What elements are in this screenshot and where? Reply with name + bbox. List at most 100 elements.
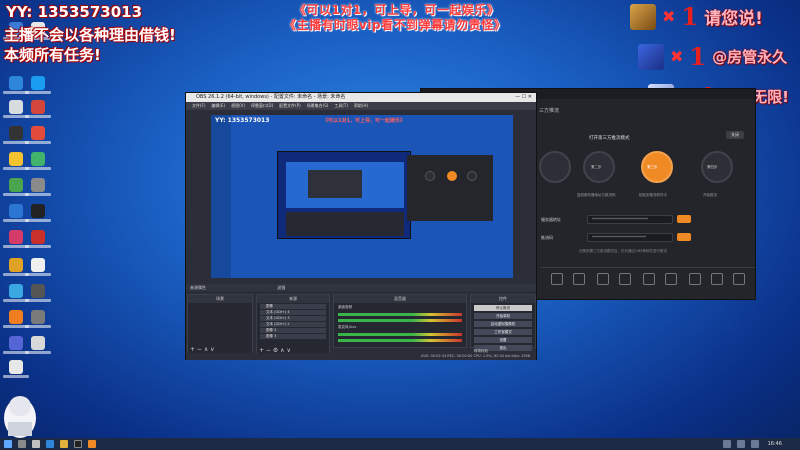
step-sub: 复制服务器地址与推流码 xyxy=(577,193,616,197)
sources-panel: 来源 图像 文本 (GDI+) 4 文本 (GDI+) 3 文本 (GDI+) … xyxy=(256,294,330,356)
nested-window xyxy=(308,170,362,198)
obs-window[interactable]: OBS 26.1.2 (64-bit, windows) - 配置文件: 未命名… xyxy=(185,92,537,360)
desktop-icon[interactable] xyxy=(25,126,51,144)
menu-profile[interactable]: 配置文件(P) xyxy=(279,102,301,110)
alert-row: ✖ 1 请您说! xyxy=(630,2,763,31)
close-mode-button[interactable]: 关闭 xyxy=(726,131,744,139)
desktop-icon[interactable] xyxy=(25,336,51,354)
volume-tray-icon[interactable] xyxy=(750,440,759,448)
mascot-image xyxy=(4,396,36,438)
menu-help[interactable]: 帮助(H) xyxy=(354,102,368,110)
desktop-icon[interactable] xyxy=(25,152,51,170)
desktop-icon[interactable] xyxy=(3,360,29,378)
desktop-icon[interactable] xyxy=(25,100,51,118)
app-icon xyxy=(31,230,45,244)
menu-view[interactable]: 视图(V) xyxy=(231,102,245,110)
source-row[interactable]: 图像 xyxy=(260,304,326,309)
tray-icon[interactable] xyxy=(722,440,731,448)
document-icon xyxy=(31,258,45,272)
settings-button[interactable]: 设置 xyxy=(474,337,532,343)
app-icon xyxy=(9,258,23,272)
mixer-track-label: 桌面音频 xyxy=(338,305,352,309)
mixer-panel: 混音器 桌面音频 麦克风/Aux xyxy=(333,294,467,348)
task-view-icon[interactable] xyxy=(32,440,40,448)
tool-icon[interactable] xyxy=(597,273,609,285)
menu-file[interactable]: 文件(F) xyxy=(192,102,205,110)
source-label: 来源属性 xyxy=(190,285,206,290)
controls-header: 控件 xyxy=(471,295,535,303)
desktop-icon[interactable] xyxy=(25,204,51,222)
stream-key-field[interactable]: *************************** xyxy=(587,233,673,242)
studio-mode-button[interactable]: 工作室模式 xyxy=(474,329,532,335)
stream-app-taskbar-icon[interactable] xyxy=(88,440,96,448)
alert-count: 1 xyxy=(681,2,699,31)
mixer-header: 混音器 xyxy=(334,295,466,303)
menu-edit[interactable]: 编辑(E) xyxy=(211,102,225,110)
sources-header: 来源 xyxy=(257,295,329,303)
alert-text: 请您说! xyxy=(704,9,763,29)
stop-streaming-button[interactable]: 停止推流 xyxy=(474,305,532,311)
menu-scene-collection[interactable]: 场景集合(S) xyxy=(307,102,329,110)
copy-server-button[interactable] xyxy=(677,215,691,223)
tool-icon[interactable] xyxy=(573,273,585,285)
copy-key-button[interactable] xyxy=(677,233,691,241)
start-recording-button[interactable]: 开始录制 xyxy=(474,313,532,319)
stream-app-header: 三方推流 xyxy=(539,108,560,114)
search-icon[interactable] xyxy=(18,440,26,448)
step-sub: 开始推流 xyxy=(703,193,717,197)
source-row[interactable]: 文本 (GDI+) 2 xyxy=(260,322,326,327)
gift-avatar-icon xyxy=(638,43,664,70)
edge-browser-icon xyxy=(9,76,23,90)
nested-stream-app xyxy=(407,155,493,221)
tool-icon[interactable] xyxy=(619,273,631,285)
obs-icon xyxy=(31,204,45,218)
banner-line-2: 《主播有时眼vip看不到弹幕请勿责怪》 xyxy=(284,18,507,32)
server-field[interactable]: **************************** xyxy=(587,215,673,224)
settings-icon[interactable] xyxy=(711,273,723,285)
mic-meter xyxy=(338,333,462,336)
window-controls-icon[interactable]: — ☐ ✕ xyxy=(515,93,532,102)
app-icon xyxy=(9,152,23,166)
source-row[interactable]: 图像 3 xyxy=(260,334,326,339)
desktop-icon[interactable] xyxy=(25,178,51,196)
source-row[interactable]: 文本 (GDI+) 4 xyxy=(260,310,326,315)
filters-button[interactable]: 滤镜 xyxy=(277,285,285,290)
nested-docks xyxy=(286,212,404,236)
menu-tools[interactable]: 工具(T) xyxy=(334,102,348,110)
wechat-icon xyxy=(9,178,23,192)
step-title: 打开第三方推流模式 xyxy=(589,136,630,141)
app-icon xyxy=(31,336,45,350)
start-icon[interactable] xyxy=(4,440,12,448)
desktop-icon[interactable] xyxy=(25,76,51,94)
desktop-icon[interactable] xyxy=(25,230,51,248)
edge-taskbar-icon[interactable] xyxy=(46,440,54,448)
desktop-icon-column xyxy=(0,22,52,412)
tool-icon[interactable] xyxy=(643,273,655,285)
preview-icon-column xyxy=(211,115,231,278)
step-label: 第二步 xyxy=(591,165,602,169)
app-icon xyxy=(9,204,23,218)
desktop-audio-meter xyxy=(338,319,462,322)
step-1-circle xyxy=(539,151,571,183)
network-tray-icon[interactable] xyxy=(736,440,745,448)
obs-preview[interactable]: YY: 1353573013 《可以1对1，可上导，可一起娱乐》 xyxy=(211,115,513,278)
desktop-icon[interactable] xyxy=(25,258,51,276)
clock: 16:46 xyxy=(767,441,782,447)
source-row[interactable]: 文本 (GDI+) 3 xyxy=(260,316,326,321)
volume-icon[interactable] xyxy=(689,273,701,285)
scenes-panel: 场景 + − ∧ ∨ xyxy=(187,294,253,356)
obs-status-bar: LIVE: 00:02:34 REC: 00:00:00 CPU: 1.9%, … xyxy=(186,353,536,360)
obs-taskbar-icon[interactable] xyxy=(74,440,82,448)
virtual-camera-button[interactable]: 启动虚拟摄像机 xyxy=(474,321,532,327)
desktop-icon[interactable] xyxy=(25,284,51,302)
tool-icon[interactable] xyxy=(665,273,677,285)
obs-title-text: OBS 26.1.2 (64-bit, windows) - 配置文件: 未命名… xyxy=(196,94,346,100)
more-icon[interactable] xyxy=(733,273,745,285)
menu-dock[interactable]: 停靠窗口(D) xyxy=(251,102,273,110)
desktop-icon[interactable] xyxy=(25,310,51,328)
source-row[interactable]: 图像 2 xyxy=(260,328,326,333)
mic-meter xyxy=(338,339,462,342)
scene-controls-icon[interactable]: + − ∧ ∨ xyxy=(190,346,215,353)
tool-icon[interactable] xyxy=(551,273,563,285)
explorer-taskbar-icon[interactable] xyxy=(60,440,68,448)
